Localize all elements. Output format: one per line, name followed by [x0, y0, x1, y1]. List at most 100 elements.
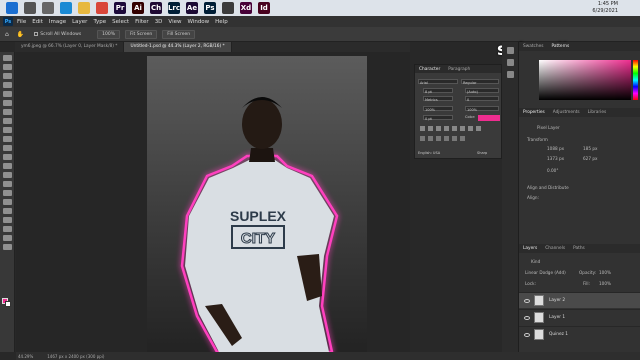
swash-button[interactable]	[436, 136, 441, 141]
horizontal-scale-field[interactable]: 100%	[467, 108, 477, 112]
document-tab[interactable]: Untitled-1.psd @ 44.3% (Layer 2, RGB/16)…	[124, 42, 232, 52]
home-icon[interactable]: ⌂	[5, 31, 9, 38]
visibility-eye-icon[interactable]	[524, 332, 530, 337]
file-explorer-icon[interactable]	[78, 2, 90, 14]
font-size-field[interactable]: 8 pt	[425, 90, 432, 94]
brush-tool-icon[interactable]	[2, 127, 12, 133]
windows-icon[interactable]	[6, 2, 18, 14]
hue-slider[interactable]	[633, 60, 638, 100]
x-value[interactable]: 185 px	[583, 146, 597, 151]
faux-italic-button[interactable]	[428, 126, 433, 131]
strikethrough-button[interactable]	[476, 126, 481, 131]
paragraph-panel-icon[interactable]	[506, 71, 514, 78]
zoom-100-button[interactable]: 100%	[97, 29, 121, 39]
document-tab[interactable]: ym6.jpeg @ 66.7% (Layer 0, Layer Mask/8)…	[15, 42, 125, 52]
small-caps-button[interactable]	[444, 126, 449, 131]
document-canvas[interactable]: SUPLEX CITY	[147, 56, 367, 352]
ordinals-button[interactable]	[452, 136, 457, 141]
font-style-field[interactable]: Regular	[463, 81, 476, 85]
alternates-button[interactable]	[428, 136, 433, 141]
visibility-eye-icon[interactable]	[524, 315, 530, 320]
gradient-tool-icon[interactable]	[2, 163, 12, 169]
shape-tool-icon[interactable]	[2, 217, 12, 223]
history-panel-icon[interactable]	[506, 47, 514, 54]
visibility-eye-icon[interactable]	[524, 298, 530, 303]
menu-item-filter[interactable]: Filter	[135, 19, 149, 25]
search-icon[interactable]	[24, 2, 36, 14]
lasso-tool-icon[interactable]	[2, 73, 12, 79]
text-color-swatch[interactable]	[478, 115, 500, 121]
checkbox-icon[interactable]	[34, 32, 39, 36]
opacity-value[interactable]: 100%	[599, 270, 611, 275]
system-clock[interactable]: 1:45 PM 6/29/2021	[592, 1, 618, 15]
hand-tool-icon[interactable]	[2, 226, 12, 232]
all-caps-button[interactable]	[436, 126, 441, 131]
kerning-field[interactable]: Metrics	[425, 98, 438, 102]
language-field[interactable]: English: USA	[418, 151, 440, 155]
path-select-tool-icon[interactable]	[2, 208, 12, 214]
titling-button[interactable]	[444, 136, 449, 141]
fill-value[interactable]: 100%	[599, 281, 611, 286]
pen-tool-icon[interactable]	[2, 190, 12, 196]
character-panel-icon[interactable]	[506, 59, 514, 66]
tab-channels[interactable]: Channels	[541, 246, 569, 251]
fill-screen-button[interactable]: Fill Screen	[162, 29, 196, 39]
width-value[interactable]: 1088 px	[547, 146, 564, 151]
tab-paragraph[interactable]: Paragraph	[444, 67, 474, 72]
faux-bold-button[interactable]	[420, 126, 425, 131]
quick-select-tool-icon[interactable]	[2, 82, 12, 88]
eraser-tool-icon[interactable]	[2, 154, 12, 160]
move-tool-icon[interactable]	[2, 55, 12, 61]
layer-row[interactable]: Layer 2	[519, 292, 640, 308]
photoshop-icon[interactable]: Ps	[204, 2, 216, 14]
chrome-icon[interactable]	[96, 2, 108, 14]
frame-tool-icon[interactable]	[2, 100, 12, 106]
xd-icon[interactable]: Xd	[240, 2, 252, 14]
hand-tool-icon[interactable]: ✋	[17, 31, 24, 38]
underline-button[interactable]	[468, 126, 473, 131]
superscript-button[interactable]	[452, 126, 457, 131]
menu-item-image[interactable]: Image	[49, 19, 66, 25]
blur-tool-icon[interactable]	[2, 172, 12, 178]
fit-screen-button[interactable]: Fit Screen	[125, 29, 158, 39]
layer-row[interactable]: Quinez 1	[519, 326, 640, 342]
menu-item-3d[interactable]: 3D	[155, 19, 163, 25]
zoom-tool-icon[interactable]	[2, 235, 12, 241]
type-tool-icon[interactable]	[2, 199, 12, 205]
indesign-icon[interactable]: Id	[258, 2, 270, 14]
color-picker-field[interactable]	[539, 60, 631, 100]
background-color-swatch[interactable]	[5, 301, 11, 307]
menu-item-help[interactable]: Help	[215, 19, 228, 25]
illustrator-icon[interactable]: Ai	[132, 2, 144, 14]
crop-tool-icon[interactable]	[2, 91, 12, 97]
edge-icon[interactable]	[60, 2, 72, 14]
angle-value[interactable]: 0.00°	[547, 168, 558, 173]
dodge-tool-icon[interactable]	[2, 181, 12, 187]
subscript-button[interactable]	[460, 126, 465, 131]
antialias-field[interactable]: Sharp	[477, 151, 487, 155]
marquee-tool-icon[interactable]	[2, 64, 12, 70]
tab-libraries[interactable]: Libraries	[584, 110, 611, 115]
character-animator-icon[interactable]: Ch	[150, 2, 162, 14]
menu-item-layer[interactable]: Layer	[72, 19, 87, 25]
tab-paths[interactable]: Paths	[569, 246, 589, 251]
menu-item-edit[interactable]: Edit	[32, 19, 43, 25]
baseline-field[interactable]: 0 pt	[425, 117, 432, 121]
status-zoom[interactable]: 44.29%	[18, 354, 33, 359]
history-brush-tool-icon[interactable]	[2, 145, 12, 151]
tracking-field[interactable]: 0	[467, 98, 469, 102]
tab-properties[interactable]: Properties	[519, 110, 549, 115]
menu-item-type[interactable]: Type	[93, 19, 106, 25]
tab-character[interactable]: Character	[415, 67, 444, 72]
menu-item-select[interactable]: Select	[112, 19, 129, 25]
layer-filter-kind[interactable]: Kind	[531, 259, 540, 264]
stamp-tool-icon[interactable]	[2, 136, 12, 142]
leading-field[interactable]: (Auto)	[467, 90, 478, 94]
premiere-icon[interactable]: Pr	[114, 2, 126, 14]
more-tools-icon[interactable]	[2, 244, 12, 250]
blend-mode-select[interactable]: Linear Dodge (Add)	[525, 270, 566, 275]
files-icon[interactable]	[222, 2, 234, 14]
eyedropper-tool-icon[interactable]	[2, 109, 12, 115]
y-value[interactable]: 627 px	[583, 156, 597, 161]
tab-adjustments[interactable]: Adjustments	[549, 110, 584, 115]
